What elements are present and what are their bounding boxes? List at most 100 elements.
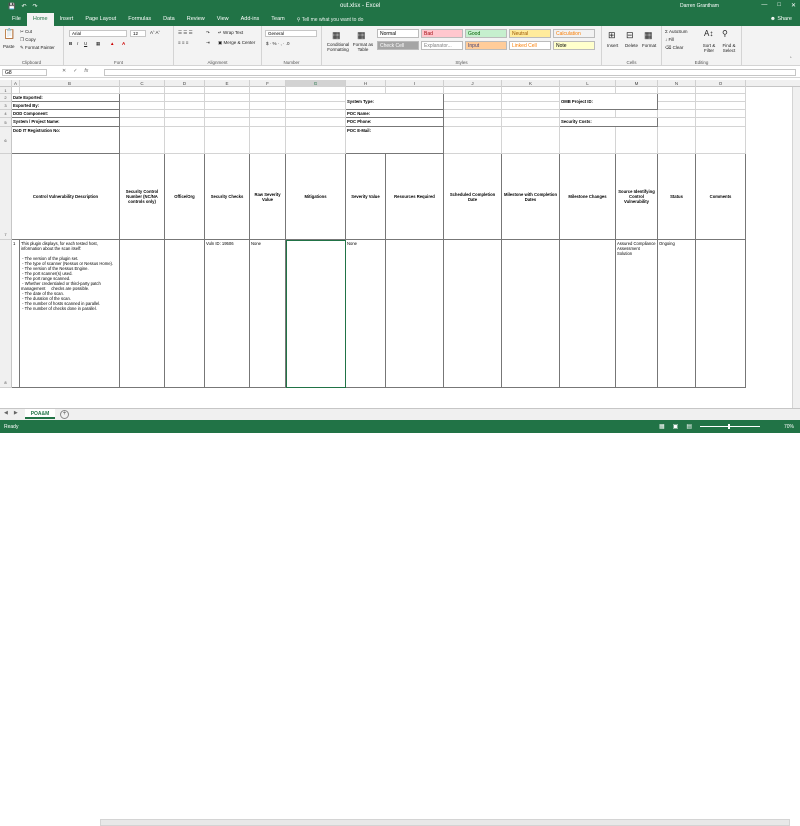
cell-n1[interactable] [658, 87, 696, 94]
header-11[interactable]: Source Identifying Control Vulnerability [616, 154, 658, 240]
format-cells-icon[interactable]: ▦ [644, 30, 653, 41]
fill-color-icon[interactable]: ▲ [110, 41, 114, 46]
cell-j3[interactable] [444, 110, 502, 118]
cell-style-2[interactable]: Good [465, 29, 507, 38]
borders-icon[interactable]: ▦ [96, 41, 100, 47]
label-poc-name[interactable]: POC Name: [346, 110, 444, 118]
cell-o5[interactable] [696, 127, 746, 154]
cell-k1[interactable] [502, 94, 560, 102]
label-security-costs[interactable]: Security Costs: [560, 118, 658, 127]
undo-icon[interactable]: ↶ [21, 3, 26, 10]
cell-c5[interactable] [120, 127, 165, 154]
format-cells-button[interactable]: Format [642, 43, 656, 48]
enter-icon[interactable]: ✓ [73, 68, 77, 74]
vulnerability-description[interactable]: This plugin displays, for each tested ho… [20, 240, 120, 388]
cell-o4[interactable] [696, 118, 746, 127]
user-name[interactable]: Darren Grantham [680, 3, 719, 9]
status[interactable]: Ongoing [658, 240, 696, 388]
align-top-icon[interactable]: ☰ ☰ ☰ [178, 30, 193, 36]
underline-icon[interactable]: U [84, 41, 87, 46]
cell-style-4[interactable]: Calculation [553, 29, 595, 38]
milestone-completion-dates[interactable] [502, 240, 560, 388]
cell-f1[interactable] [250, 94, 286, 102]
format-painter-button[interactable]: ✎ Format Painter [20, 45, 55, 51]
cell-k4[interactable] [502, 118, 560, 127]
zoom-slider-knob[interactable] [728, 424, 730, 429]
cell-k3[interactable] [502, 110, 560, 118]
cell-g3[interactable] [286, 110, 346, 118]
cell-l3[interactable] [560, 110, 616, 118]
tab-add-ins[interactable]: Add-ins [235, 13, 266, 26]
cell-d5[interactable] [165, 127, 205, 154]
label-omb-project-id[interactable]: OMB Project ID: [560, 94, 658, 110]
column-header-a[interactable]: A [12, 80, 20, 87]
cell-e1[interactable] [205, 87, 250, 94]
cell-j2[interactable] [444, 102, 502, 110]
cell-g1[interactable] [286, 87, 346, 94]
cell-e2[interactable] [205, 102, 250, 110]
minimize-icon[interactable]: — [761, 2, 767, 9]
insert-cells-button[interactable]: Insert [607, 43, 618, 48]
cell-style-0[interactable]: Normal [377, 29, 419, 38]
page-break-view-icon[interactable]: ▤ [686, 423, 692, 430]
label-dod-it-registration[interactable]: DoD IT Registration No: [12, 127, 120, 154]
header-8[interactable]: Scheduled Completion Date [444, 154, 502, 240]
cell-c1[interactable] [120, 94, 165, 102]
font-size-select[interactable]: 12 [130, 30, 146, 37]
cell-c2[interactable] [120, 102, 165, 110]
security-control-number[interactable] [120, 240, 165, 388]
cell-n5[interactable] [658, 127, 696, 154]
cell-g4[interactable] [286, 118, 346, 127]
cell-e4[interactable] [205, 118, 250, 127]
currency-icon[interactable]: $ · % · , · .0 [266, 41, 290, 46]
header-control-vulnerability[interactable]: Control Vulnerability Description [12, 154, 120, 240]
worksheet-grid[interactable]: Date Exported: Exported By: DOD Component:… [12, 87, 800, 408]
close-icon[interactable]: ✕ [791, 2, 796, 9]
copy-button[interactable]: ❐ Copy [20, 37, 36, 43]
orientation-icon[interactable]: ↷ [206, 30, 210, 36]
cell-j4[interactable] [444, 118, 502, 127]
share-button[interactable]: ☻ Share [770, 16, 792, 22]
header-12[interactable]: Status [658, 154, 696, 240]
tell-me-box[interactable]: ⚲ Tell me what you want to do [297, 17, 364, 23]
header-3[interactable]: Security Checks [205, 154, 250, 240]
row-header-2[interactable]: 2 [0, 94, 12, 102]
cell-style-3[interactable]: Neutral [509, 29, 551, 38]
tab-insert[interactable]: Insert [54, 13, 80, 26]
cell-d1[interactable] [165, 94, 205, 102]
cell-c4[interactable] [120, 118, 165, 127]
cell-e3[interactable] [205, 110, 250, 118]
wrap-text-button[interactable]: ↵ Wrap Text [218, 30, 243, 36]
cell-o2[interactable] [696, 102, 746, 110]
column-header-n[interactable]: N [658, 80, 696, 87]
cell-d4[interactable] [165, 118, 205, 127]
column-header-f[interactable]: F [250, 80, 286, 87]
cell-l5[interactable] [560, 127, 616, 154]
cell-l1[interactable] [560, 87, 616, 94]
sort-filter-button[interactable]: Sort & Filter [700, 43, 718, 53]
header-13[interactable]: Comments [696, 154, 746, 240]
tab-formulas[interactable]: Formulas [122, 13, 157, 26]
column-header-j[interactable]: J [444, 80, 502, 87]
label-poc-phone[interactable]: POC Phone: [346, 118, 444, 127]
next-sheet-icon[interactable]: ▶ [14, 410, 18, 416]
tab-team[interactable]: Team [265, 13, 290, 26]
delete-cells-icon[interactable]: ⊟ [626, 30, 634, 41]
maximize-icon[interactable]: □ [777, 2, 781, 9]
label-date-exported[interactable]: Date Exported: [12, 94, 120, 102]
cell-n1[interactable] [658, 94, 696, 102]
header-1[interactable]: Security Control Number (NC/NA controls … [120, 154, 165, 240]
column-header-h[interactable]: H [346, 80, 386, 87]
cell-e5[interactable] [205, 127, 250, 154]
vertical-scrollbar[interactable] [792, 87, 800, 408]
horizontal-scrollbar[interactable] [100, 819, 790, 826]
cell-f2[interactable] [250, 102, 286, 110]
select-all-corner[interactable] [0, 80, 12, 87]
header-4[interactable]: Raw Severity Value [250, 154, 286, 240]
column-header-g[interactable]: G [286, 80, 346, 87]
sheet-tab-poam[interactable]: POA&M [25, 409, 55, 419]
column-header-c[interactable]: C [120, 80, 165, 87]
tab-file[interactable]: File [6, 13, 27, 26]
tab-home[interactable]: Home [26, 13, 54, 26]
column-header-l[interactable]: L [560, 80, 616, 87]
